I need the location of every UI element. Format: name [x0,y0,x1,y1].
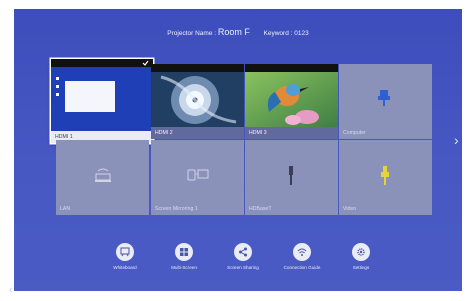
screen-sharing-button[interactable]: Screen Sharing [221,243,265,270]
whiteboard-button[interactable]: Whiteboard [103,243,147,270]
whiteboard-icon [116,243,134,261]
settings-button[interactable]: Settings [339,243,383,270]
multi-screen-button[interactable]: Multi-Screen [162,243,206,270]
tile-label: Video [343,206,357,212]
tile-label: Screen Mirroring 1 [155,206,198,212]
lan-pc-icon [95,168,111,182]
source-tile-video[interactable]: Video [339,140,432,215]
usb-plug-icon [378,90,390,106]
bird-thumbnail [245,72,338,127]
connection-guide-label: Connection Guide [283,265,321,270]
source-tile-hdmi3[interactable]: HDMI 3 [245,64,338,139]
tile-label: HDMI 3 [249,130,267,136]
keyword-value: 0123 [294,30,309,37]
source-tile-hdmi1[interactable]: HDMI 1 [51,59,153,143]
keyword-prefix: Keyword : [263,30,295,37]
prev-page-arrow-icon[interactable]: ‹ [9,283,13,297]
thumbnail-titlebar [245,64,338,72]
tile-label: HDMI 2 [155,130,173,136]
wifi-icon [293,243,311,261]
source-tile-screen-mirroring[interactable]: Screen Mirroring 1 [151,140,244,215]
source-tile-hdmi2[interactable]: HDMI 2 [151,64,244,139]
multi-screen-label: Multi-Screen [171,265,197,270]
projector-info: Projector Name : Room F Keyword : 0123 [14,27,462,37]
share-icon [234,243,252,261]
thumbnail-titlebar [51,59,153,67]
source-tile-hdbaset[interactable]: HDBaseT [245,140,338,215]
multi-screen-icon [175,243,193,261]
tile-label-bar: HDMI 3 [245,127,338,139]
gear-icon [352,243,370,261]
next-page-arrow-icon[interactable]: › [454,133,459,147]
screen-sharing-label: Screen Sharing [227,265,259,270]
projector-name-prefix: Projector Name : [167,30,218,37]
settings-label: Settings [352,265,370,270]
source-tile-lan[interactable]: LAN [56,140,149,215]
projector-name: Room F [217,27,250,37]
source-tile-computer[interactable]: Computer [339,64,432,139]
thumbnail-titlebar [151,64,244,72]
tile-label: LAN [60,206,71,212]
whiteboard-label: Whiteboard [113,265,137,270]
tile-label: HDBaseT [249,206,272,212]
tile-label: Computer [343,130,366,136]
tile-label-bar: HDMI 2 [151,127,244,139]
video-plug-icon [381,166,389,185]
projector-home-screen: Projector Name : Room F Keyword : 0123 H… [14,9,462,291]
connection-guide-button[interactable]: Connection Guide [280,243,324,270]
hurricane-thumbnail [151,72,244,127]
hdbaset-plug-icon [289,166,293,185]
screen-mirroring-icon [187,169,209,181]
hdmi1-desktop-thumbnail [51,67,153,131]
